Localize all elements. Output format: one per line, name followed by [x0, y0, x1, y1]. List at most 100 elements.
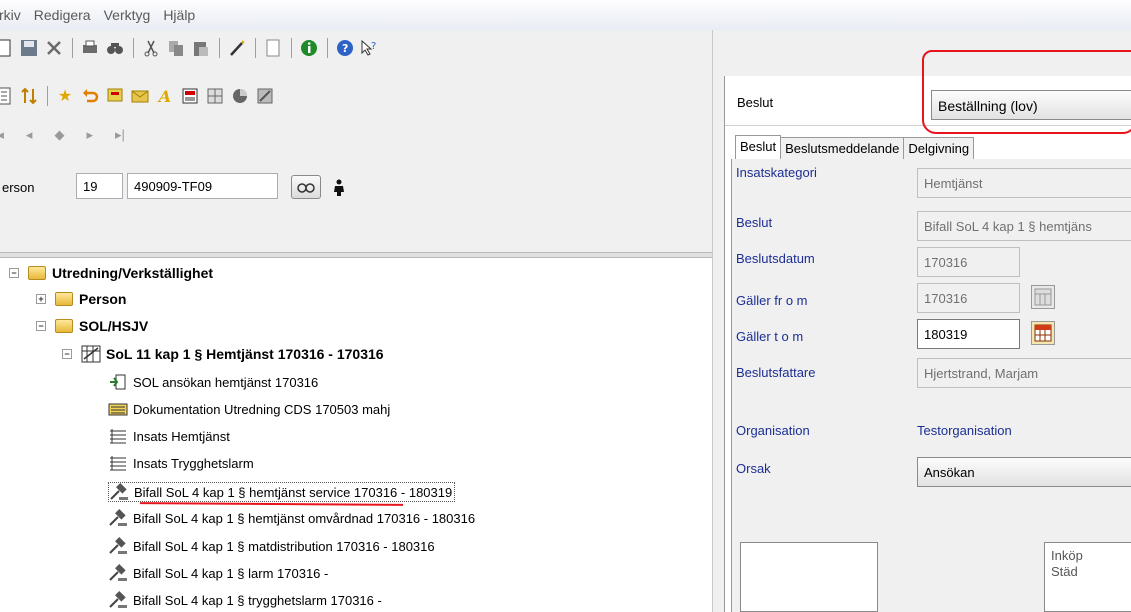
- whats-this-icon[interactable]: ?: [360, 38, 380, 58]
- mail-icon[interactable]: [130, 86, 150, 106]
- calendar-icon: [1034, 324, 1052, 342]
- tree-node-label: SoL 11 kap 1 § Hemtjänst 170316 - 170316: [106, 346, 384, 362]
- beslutsfattare-field: Hjertstrand, Marjam: [917, 358, 1131, 388]
- undo-icon[interactable]: [80, 86, 100, 106]
- last-record-button[interactable]: ▸|: [115, 127, 125, 143]
- gavel-icon: [108, 537, 128, 555]
- tree-node-case[interactable]: − SoL 11 kap 1 § Hemtjänst 170316 - 1703…: [62, 345, 384, 363]
- menu-arkiv[interactable]: rkiv: [0, 7, 21, 23]
- star-icon[interactable]: ★: [55, 86, 75, 106]
- page-icon[interactable]: [263, 38, 283, 58]
- new-doc-icon[interactable]: [0, 38, 14, 58]
- tree-leaf-bifall-service[interactable]: Bifall SoL 4 kap 1 § hemtjänst service 1…: [108, 482, 456, 502]
- decision-panel: Beslut Beställning (lov) Beslut Beslutsm…: [724, 76, 1131, 612]
- galler-tom-label: Gäller t o m: [736, 329, 804, 344]
- form-icon[interactable]: [180, 86, 200, 106]
- menu-redigera[interactable]: Redigera: [34, 7, 91, 23]
- expand-icon[interactable]: +: [36, 294, 46, 304]
- tree-node-person[interactable]: + Person: [36, 291, 126, 307]
- copy-icon[interactable]: [166, 38, 186, 58]
- svg-text:?: ?: [342, 42, 348, 55]
- tab-delgivning[interactable]: Delgivning: [903, 137, 975, 159]
- orsak-label: Orsak: [736, 461, 771, 476]
- note-icon[interactable]: [105, 86, 125, 106]
- tree-leaf-dokumentation[interactable]: Dokumentation Utredning CDS 170503 mahj: [108, 400, 390, 418]
- toolbar-separator: [72, 38, 73, 58]
- reason-listbox-left[interactable]: [740, 542, 878, 612]
- service-list-item[interactable]: Inköp: [1051, 548, 1131, 564]
- personnummer-field[interactable]: 490909-TF09: [127, 173, 278, 199]
- tree-leaf-bifall-omvardnad[interactable]: Bifall SoL 4 kap 1 § hemtjänst omvårdnad…: [108, 509, 475, 527]
- toolbar-separator: [133, 38, 134, 58]
- organisation-label: Organisation: [736, 423, 810, 438]
- tree-node-root[interactable]: − Utredning/Verkställighet: [9, 265, 213, 281]
- delete-icon[interactable]: [44, 38, 64, 58]
- orsak-combo[interactable]: Ansökan: [917, 457, 1131, 487]
- main-toolbar: ? ?: [0, 34, 385, 62]
- century-field[interactable]: 19: [76, 173, 123, 199]
- secondary-toolbar: ★ A: [0, 82, 280, 110]
- print-icon[interactable]: [80, 38, 100, 58]
- find-icon[interactable]: [105, 38, 125, 58]
- sort-icon[interactable]: [19, 86, 39, 106]
- tree-node-label: SOL/HSJV: [79, 318, 149, 334]
- binoculars-icon: [297, 183, 315, 193]
- service-listbox[interactable]: Inköp Städ: [1044, 542, 1131, 612]
- calendar-tom-button[interactable]: [1031, 321, 1055, 345]
- vertical-splitter[interactable]: [712, 30, 724, 612]
- tree-leaf-bifall-larm[interactable]: Bifall SoL 4 kap 1 § larm 170316 -: [108, 564, 328, 582]
- tree-leaf-label: Bifall SoL 4 kap 1 § trygghetslarm 17031…: [133, 592, 382, 608]
- cut-icon[interactable]: [141, 38, 161, 58]
- annotation-highlight: [922, 50, 1131, 134]
- tree-leaf-bifall-matdistribution[interactable]: Bifall SoL 4 kap 1 § matdistribution 170…: [108, 537, 435, 555]
- first-record-button[interactable]: |◂: [0, 127, 4, 143]
- collapse-icon[interactable]: −: [36, 321, 46, 331]
- galler-tom-field[interactable]: 180319: [917, 319, 1020, 349]
- current-record-button[interactable]: ◆: [54, 127, 64, 143]
- collapse-icon[interactable]: −: [9, 268, 19, 278]
- decision-tabs: Beslut Beslutsmeddelande Delgivning: [735, 135, 975, 159]
- galler-from-field: 170316: [917, 283, 1020, 313]
- beslut-label: Beslut: [736, 215, 773, 230]
- record-navigation: |◂ ◂ ◆ ▸ ▸|: [0, 124, 147, 146]
- service-list-item[interactable]: Städ: [1051, 564, 1131, 580]
- collapse-icon[interactable]: −: [62, 349, 72, 359]
- tree-leaf-label: Insats Trygghetslarm: [133, 455, 254, 471]
- menu-hjalp[interactable]: Hjälp: [163, 7, 195, 23]
- person-label: erson: [2, 180, 35, 195]
- header-label: Beslut: [737, 95, 774, 110]
- paste-icon[interactable]: [191, 38, 211, 58]
- list-icon[interactable]: [0, 86, 14, 106]
- search-person-button[interactable]: [291, 175, 321, 199]
- application-icon: [108, 373, 128, 391]
- person-figure-icon: [332, 179, 346, 200]
- grid-icon[interactable]: [205, 86, 225, 106]
- info-icon[interactable]: [299, 38, 319, 58]
- gavel-icon: [108, 591, 128, 609]
- case-tree: − Utredning/Verkställighet + Person − SO…: [0, 258, 712, 612]
- insats-icon: [108, 427, 128, 445]
- tree-leaf-insats-hemtjanst[interactable]: Insats Hemtjänst: [108, 427, 230, 445]
- tree-node-sol[interactable]: − SOL/HSJV: [36, 318, 148, 334]
- wand-icon[interactable]: [227, 38, 247, 58]
- tools-icon[interactable]: [255, 86, 275, 106]
- svg-text:?: ?: [371, 41, 376, 52]
- chart-icon[interactable]: [230, 86, 250, 106]
- tab-beslut[interactable]: Beslut: [735, 135, 782, 159]
- menu-verktyg[interactable]: Verktyg: [104, 7, 151, 23]
- tree-leaf-bifall-trygghetslarm[interactable]: Bifall SoL 4 kap 1 § trygghetslarm 17031…: [108, 591, 382, 609]
- toolbar-separator: [327, 38, 328, 58]
- save-icon[interactable]: [19, 38, 39, 58]
- help-icon[interactable]: ?: [335, 38, 355, 58]
- case-calendar-icon: [81, 345, 101, 363]
- previous-record-button[interactable]: ◂: [26, 127, 33, 143]
- beslutsfattare-label: Beslutsfattare: [736, 365, 816, 380]
- tree-leaf-insats-trygghetslarm[interactable]: Insats Trygghetslarm: [108, 454, 254, 472]
- next-record-button[interactable]: ▸: [86, 127, 93, 143]
- documentation-icon: [108, 400, 128, 418]
- insatskategori-field: Hemtjänst: [917, 168, 1131, 198]
- galler-from-label: Gäller fr o m: [736, 293, 808, 308]
- tab-beslutsmeddelande[interactable]: Beslutsmeddelande: [780, 137, 905, 159]
- tree-leaf-ansokan[interactable]: SOL ansökan hemtjänst 170316: [108, 373, 318, 391]
- signature-icon[interactable]: A: [155, 86, 175, 106]
